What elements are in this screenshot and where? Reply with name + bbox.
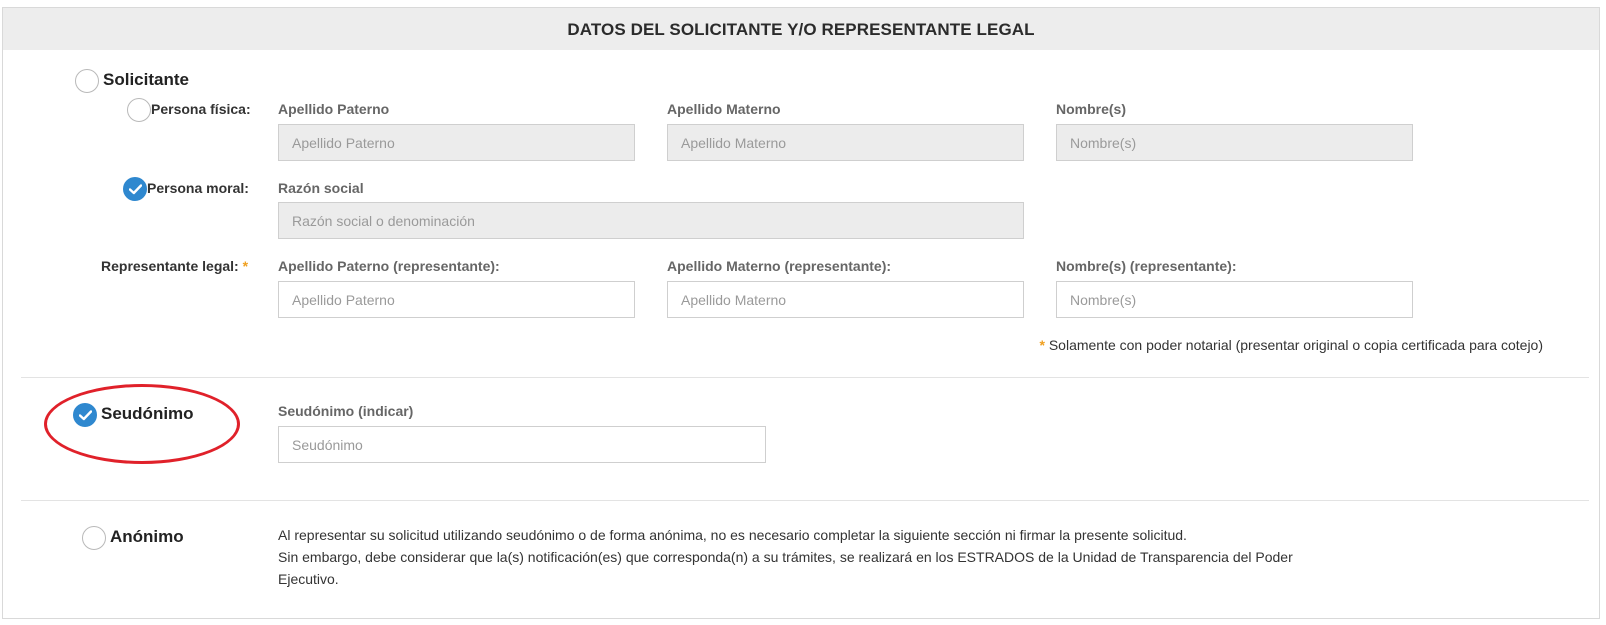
solicitante-label: Solicitante — [103, 70, 189, 89]
razon-social-label: Razón social — [278, 180, 364, 196]
applicant-data-panel: DATOS DEL SOLICITANTE Y/O REPRESENTANTE … — [2, 7, 1600, 619]
razon-social-input[interactable] — [278, 202, 1024, 239]
apellido-paterno-input[interactable] — [278, 124, 635, 161]
seudonimo-input[interactable] — [278, 426, 766, 463]
anonimo-radio[interactable] — [82, 526, 106, 550]
apellido-paterno-label: Apellido Paterno — [278, 101, 390, 117]
rep-nombre-input[interactable] — [1056, 281, 1413, 318]
note-text: Solamente con poder notarial (presentar … — [1048, 337, 1543, 353]
check-icon — [79, 410, 92, 421]
rep-apellido-materno-input[interactable] — [667, 281, 1024, 318]
apellido-materno-label: Apellido Materno — [667, 101, 781, 117]
persona-moral-radio[interactable] — [123, 177, 147, 201]
section-divider — [21, 377, 1589, 378]
anonimo-info: Al representar su solicitud utilizando s… — [278, 524, 1378, 590]
seudonimo-radio[interactable] — [73, 403, 97, 427]
apellido-materno-input[interactable] — [667, 124, 1024, 161]
anonimo-info-line-3: Ejecutivo. — [278, 571, 339, 587]
check-icon — [129, 184, 142, 195]
anonimo-info-line-2: Sin embargo, debe considerar que la(s) n… — [278, 549, 1293, 565]
rep-nombre-label: Nombre(s) (representante): — [1056, 258, 1237, 274]
rep-apellido-paterno-input[interactable] — [278, 281, 635, 318]
seudonimo-field-label: Seudónimo (indicar) — [278, 403, 414, 419]
anonimo-label: Anónimo — [110, 527, 184, 546]
nombre-input[interactable] — [1056, 124, 1413, 161]
nombre-label: Nombre(s) — [1056, 101, 1127, 117]
seudonimo-label: Seudónimo — [101, 404, 194, 423]
section-divider — [21, 500, 1589, 501]
representante-legal-label: Representante legal: * — [101, 258, 248, 274]
highlight-annotation — [44, 384, 240, 464]
panel-title: DATOS DEL SOLICITANTE Y/O REPRESENTANTE … — [3, 8, 1599, 50]
rep-apellido-materno-label: Apellido Materno (representante): — [667, 258, 892, 274]
solicitante-radio[interactable] — [75, 69, 99, 93]
required-asterisk: * — [242, 258, 249, 274]
representante-legal-text: Representante legal: — [101, 258, 239, 274]
notarial-note: * Solamente con poder notarial (presenta… — [1039, 337, 1543, 353]
persona-moral-label: Persona moral: — [147, 180, 249, 196]
note-asterisk: * — [1039, 337, 1045, 353]
persona-fisica-label: Persona física: — [151, 101, 251, 117]
rep-apellido-paterno-label: Apellido Paterno (representante): — [278, 258, 500, 274]
anonimo-info-line-1: Al representar su solicitud utilizando s… — [278, 527, 1187, 543]
persona-fisica-radio[interactable] — [127, 98, 151, 122]
